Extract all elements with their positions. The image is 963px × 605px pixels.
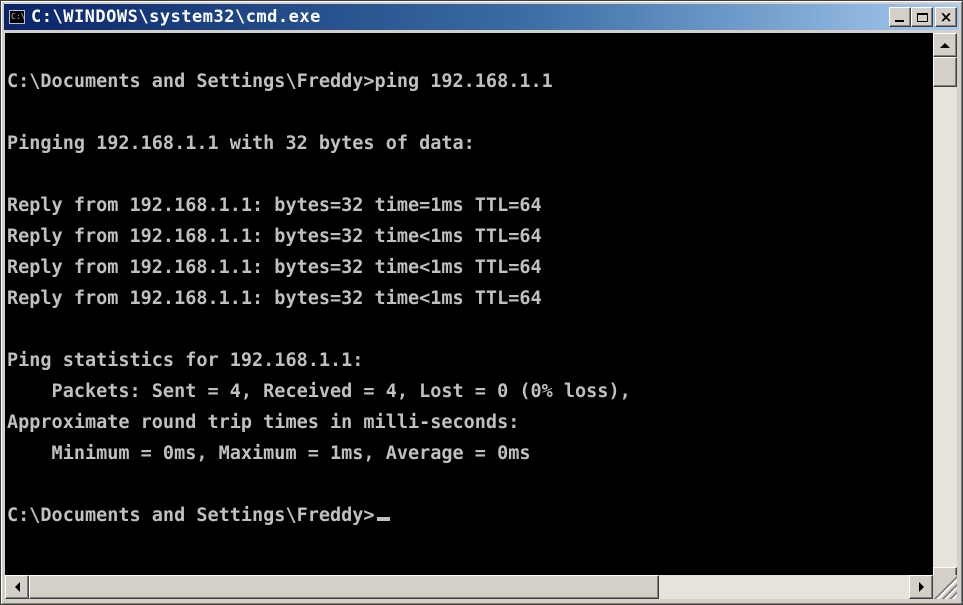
resize-grip[interactable] — [933, 575, 957, 599]
arrow-left-icon — [14, 582, 20, 592]
console-icon[interactable]: C:\ — [9, 10, 25, 24]
horizontal-scroll-thumb[interactable] — [29, 575, 659, 599]
close-button[interactable]: × — [935, 7, 957, 27]
window-title: C:\WINDOWS\system32\cmd.exe — [31, 7, 321, 27]
horizontal-scrollbar[interactable] — [5, 575, 933, 599]
title-buttons: × — [889, 7, 957, 27]
scroll-up-button[interactable] — [933, 33, 957, 57]
maximize-icon — [916, 12, 928, 22]
console-text-container: C:\Documents and Settings\Freddy>ping 19… — [5, 33, 933, 531]
minimize-icon — [895, 20, 904, 22]
text-cursor — [376, 517, 390, 521]
minimize-button[interactable] — [889, 7, 911, 27]
close-icon: × — [939, 7, 953, 26]
arrow-right-icon — [918, 582, 924, 592]
cmd-window: C:\ C:\WINDOWS\system32\cmd.exe × C:\Doc… — [0, 0, 963, 605]
console-text: C:\Documents and Settings\Freddy>ping 19… — [7, 71, 631, 526]
scroll-right-button[interactable] — [909, 575, 933, 599]
scroll-left-button[interactable] — [5, 575, 29, 599]
vertical-scrollbar[interactable] — [933, 33, 957, 591]
console-output[interactable]: C:\Documents and Settings\Freddy>ping 19… — [5, 33, 933, 591]
vertical-scroll-thumb[interactable] — [933, 57, 957, 87]
arrow-up-icon — [940, 42, 950, 48]
maximize-button[interactable] — [911, 7, 933, 27]
title-bar[interactable]: C:\ C:\WINDOWS\system32\cmd.exe × — [4, 4, 959, 30]
